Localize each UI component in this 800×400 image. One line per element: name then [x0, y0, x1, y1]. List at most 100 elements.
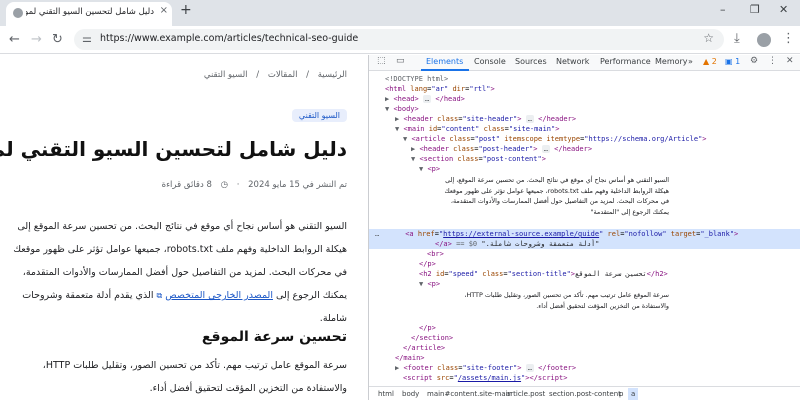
dom-line[interactable]: </p> [369, 259, 800, 269]
tune-icon[interactable]: ⚌ [82, 32, 92, 45]
collapse-triangle-icon[interactable]: ▼ [385, 105, 389, 113]
tab-elements[interactable]: Elements [426, 57, 463, 66]
dom-line[interactable]: <script src="/assets/main.js"></script> [369, 373, 800, 383]
dom-line[interactable]: <h2 id="speed" class="section-title">تحس… [369, 269, 800, 279]
dom-line[interactable]: ▶ <footer class="site-footer"> … </foote… [369, 363, 800, 373]
dom-line[interactable]: ▼ <p> [369, 279, 800, 289]
expand-triangle-icon[interactable]: ▶ [395, 115, 399, 123]
info-badge[interactable]: ▣ 1 [725, 57, 740, 66]
new-tab-button[interactable]: + [180, 2, 192, 18]
doctype-text: <!DOCTYPE html> [385, 75, 449, 83]
tab-console[interactable]: Console [474, 57, 506, 66]
more-options-icon[interactable]: ⋮ [768, 56, 777, 66]
attr-name: itemscope [504, 135, 543, 143]
close-window-button[interactable]: ✕ [779, 3, 788, 16]
dom-line[interactable]: ▼ <article class="post" itemscope itemty… [369, 134, 800, 144]
dom-crumb-main[interactable]: main#content.site-main [427, 390, 512, 398]
dom-line[interactable]: ▼ <p> [369, 164, 800, 174]
maximize-button[interactable]: ❐ [750, 3, 760, 16]
attr-value: _blank [704, 230, 730, 238]
devtools-tabs: ⬚ ▭ Elements Console Sources Network Per… [369, 55, 800, 71]
selected-marker: == $0 [456, 240, 478, 248]
collapse-triangle-icon[interactable]: ▼ [411, 155, 415, 163]
dom-line[interactable]: </p> [369, 323, 800, 333]
dom-crumb-article[interactable]: article.post [506, 390, 545, 398]
menu-icon[interactable]: ⋮ [782, 31, 795, 46]
close-tab-icon[interactable]: × [160, 5, 168, 16]
dom-line[interactable]: </section> [369, 333, 800, 343]
intro-paragraph: السيو التقني هو أساس نجاح أي موقع في نتا… [12, 215, 347, 330]
collapse-triangle-icon[interactable]: ▼ [419, 280, 423, 288]
selected-dom-line[interactable]: </a> == $0 "أدلة متعمقة وشروحات شاملة." [369, 239, 800, 249]
tab-network[interactable]: Network [556, 57, 589, 66]
active-tab-indicator [421, 69, 469, 71]
article-meta: تم النشر في 15 مايو 2024 · ◷ 8 دقائق قرا… [156, 180, 347, 190]
tab-memory[interactable]: Memory [655, 57, 688, 66]
reading-time: 8 دقائق قراءة [161, 180, 212, 190]
forward-icon[interactable]: → [31, 32, 42, 47]
collapse-triangle-icon[interactable]: ▼ [403, 135, 407, 143]
warning-count: 2 [711, 57, 717, 66]
dom-tree[interactable]: <!DOCTYPE html> <html lang="ar" dir="rtl… [369, 72, 800, 384]
browser-tab[interactable]: دليل شامل لتحسين السيو التقني لموقعك × [6, 2, 172, 26]
dom-line[interactable]: </main> [369, 353, 800, 363]
tab-sources[interactable]: Sources [515, 57, 547, 66]
expand-triangle-icon[interactable]: ▶ [385, 95, 389, 103]
dom-crumb-section[interactable]: section.post-content [549, 390, 621, 398]
minimize-button[interactable]: – [720, 3, 726, 16]
inspect-icon[interactable]: ⬚ [377, 56, 386, 66]
dom-line[interactable]: ▼ <body> [369, 104, 800, 114]
breadcrumb-home[interactable]: الرئيسية [318, 70, 347, 80]
download-icon[interactable]: ⤓ [734, 31, 740, 46]
collapse-triangle-icon[interactable]: ▼ [419, 165, 423, 173]
selected-dom-line[interactable]: … <a href="https://external-source.exampl… [369, 229, 800, 239]
attr-value: post-header [482, 145, 530, 153]
dom-crumb-html[interactable]: html [378, 390, 394, 398]
expand-triangle-icon[interactable]: ▶ [411, 145, 415, 153]
info-count: 1 [735, 57, 741, 66]
attr-value: speed [452, 270, 474, 278]
settings-gear-icon[interactable]: ⚙ [750, 56, 758, 66]
dom-line[interactable]: ▼ <main id="content" class="site-main"> [369, 124, 800, 134]
omnibox[interactable]: ⚌ https://www.example.com/articles/techn… [74, 29, 724, 50]
dom-line[interactable]: <html lang="ar" dir="rtl"> [369, 84, 800, 94]
dom-line[interactable]: <br> [369, 249, 800, 259]
p2-text-node[interactable]: سرعة الموقع عامل ترتيب مهم. تأكد من تحسي… [439, 290, 669, 322]
dom-line[interactable]: ▶ <header class="post-header"> … </heade… [369, 144, 800, 154]
expand-triangle-icon[interactable]: ▶ [395, 364, 399, 372]
row-ellipsis-icon[interactable]: … [375, 230, 379, 238]
url-text[interactable]: https://www.example.com/articles/technic… [100, 33, 358, 44]
profile-icon[interactable] [757, 33, 771, 47]
dom-crumb-body[interactable]: body [402, 390, 419, 398]
publish-date: تم النشر في 15 مايو 2024 [248, 180, 347, 190]
dom-line[interactable]: ▶ <head> … </head> [369, 94, 800, 104]
attr-value: post [478, 135, 496, 143]
dom-line[interactable]: </article> [369, 343, 800, 353]
dom-crumb-a[interactable]: a [628, 388, 639, 400]
back-icon[interactable]: ← [9, 32, 20, 47]
breadcrumb-separator: / [256, 70, 260, 80]
p-text-node[interactable]: السيو التقني هو أساس نجاح أي موقع في نتا… [439, 175, 669, 228]
more-tabs-icon[interactable]: » [688, 57, 693, 66]
tag-text: <html [385, 85, 407, 93]
dom-line[interactable]: ▶ <header class="site-header"> … </heade… [369, 114, 800, 124]
meta-separator: · [236, 180, 240, 190]
reload-icon[interactable]: ↻ [52, 32, 63, 47]
star-icon[interactable]: ☆ [703, 31, 714, 45]
warning-badge[interactable]: ▲ 2 [703, 57, 717, 66]
close-devtools-icon[interactable]: ✕ [786, 56, 794, 66]
dom-line[interactable]: ▼ <section class="post-content"> [369, 154, 800, 164]
attr-value: post-content [486, 155, 538, 163]
tab-performance[interactable]: Performance [600, 57, 651, 66]
device-toolbar-icon[interactable]: ▭ [396, 56, 405, 66]
attr-value[interactable]: https://external-source.example/guide [443, 230, 599, 238]
dom-line[interactable]: <!DOCTYPE html> [369, 74, 800, 84]
clock-icon: ◷ [220, 180, 229, 190]
attr-value[interactable]: /assets/main.js [458, 374, 521, 382]
message-icon: ▣ [725, 57, 733, 66]
dom-crumb-p[interactable]: p [619, 390, 623, 398]
category-badge[interactable]: السيو التقني [291, 109, 347, 122]
breadcrumb-articles[interactable]: المقالات [268, 70, 298, 80]
external-source-link[interactable]: المصدر الخارجي المتخصص [165, 290, 273, 301]
collapse-triangle-icon[interactable]: ▼ [395, 125, 399, 133]
